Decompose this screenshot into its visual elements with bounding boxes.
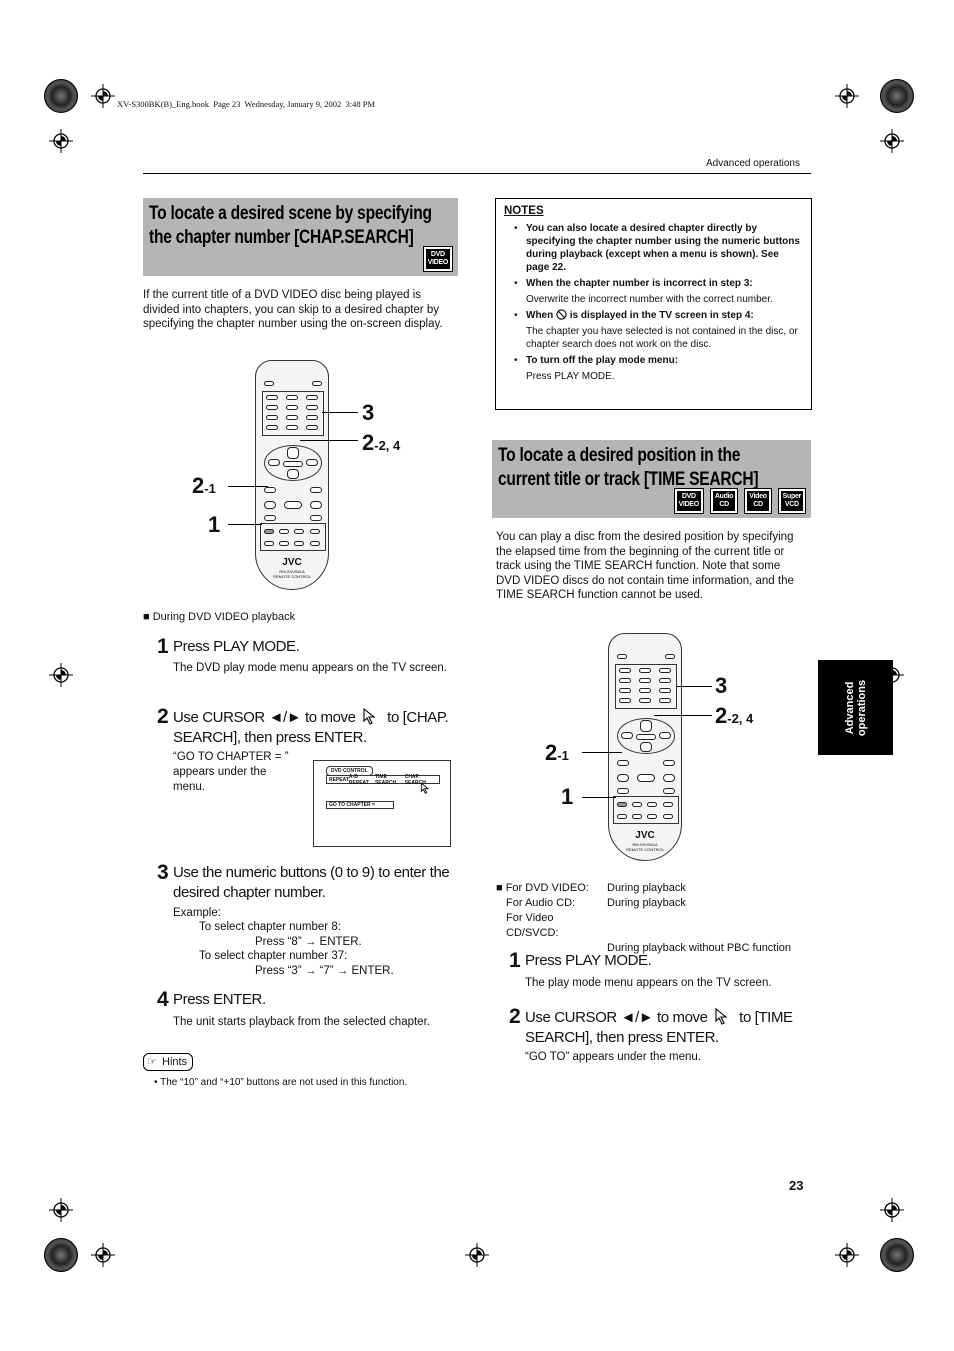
step-detail: The play mode menu appears on the TV scr…: [525, 977, 772, 989]
crosshair-icon: [49, 1198, 73, 1222]
crosshair-icon: [91, 84, 115, 108]
cursor-arrow-icon: [420, 782, 432, 794]
registration-disc-top-left: [44, 79, 78, 113]
callout-step-2-1: 2-1: [545, 740, 569, 765]
callout-leader: [228, 524, 262, 525]
hint-item: • The “10” and “+10” buttons are not use…: [154, 1077, 408, 1088]
callout-step-1: 1: [208, 512, 221, 537]
chap-search-intro: If the current title of a DVD VIDEO disc…: [143, 289, 443, 331]
note-item: You can also locate a desired chapter di…: [504, 222, 803, 274]
step-instruction: Press ENTER.: [173, 991, 266, 1008]
crosshair-icon: [49, 129, 73, 153]
example-line: Press “3” → “7” → ENTER.: [255, 965, 394, 977]
notes-box: NOTES You can also locate a desired chap…: [495, 198, 812, 410]
step-number: 4: [157, 988, 169, 1011]
step-detail: “GO TO” appears under the menu.: [525, 1051, 701, 1063]
crosshair-icon: [835, 1243, 859, 1267]
callout-leader: [582, 797, 616, 798]
step-number: 1: [157, 635, 169, 658]
crosshair-icon: [880, 129, 904, 153]
note-item: When is displayed in the TV screen in st…: [504, 309, 803, 351]
step-number: 3: [157, 861, 169, 884]
osd-goto-field: GO TO CHAPTER =: [326, 801, 394, 809]
step-instruction: Use CURSOR ◄/► to move to [TIME SEARCH],…: [525, 1007, 793, 1046]
osd-menu-item: A-B REPEAT: [348, 773, 369, 786]
remote-brand-logo: JVC: [635, 830, 655, 841]
step-detail: The DVD play mode menu appears on the TV…: [173, 662, 448, 674]
step-number: 2: [157, 705, 169, 728]
playback-condition: ■ For DVD VIDEO: During playback For Audi…: [496, 882, 792, 954]
running-head: Advanced operations: [706, 158, 800, 169]
playback-condition: ■ During DVD VIDEO playback: [143, 611, 296, 623]
audio-cd-badge: Audio CD: [709, 488, 739, 514]
dvd-video-badge: DVD VIDEO: [673, 488, 704, 514]
crosshair-icon: [91, 1243, 115, 1267]
callout-leader: [654, 715, 712, 716]
note-item: When the chapter number is incorrect in …: [504, 277, 803, 306]
note-item: To turn off the play mode menu:Press PLA…: [504, 354, 803, 383]
step-detail: The unit starts playback from the select…: [173, 1016, 430, 1028]
dvd-video-badge: DVD VIDEO: [422, 246, 454, 272]
step-instruction: Use CURSOR ◄/► to move to [CHAP. SEARCH]…: [173, 707, 449, 746]
registration-disc-top-right: [880, 79, 914, 113]
section-title-time-search: To locate a desired position in the curr…: [492, 440, 811, 518]
step-number: 1: [509, 949, 521, 972]
example-line: To select chapter number 8:: [199, 921, 341, 933]
callout-leader: [228, 486, 268, 487]
callout-step-2-2-4: 2-2, 4: [715, 703, 754, 728]
callout-leader: [300, 440, 358, 441]
time-search-intro: You can play a disc from the desired pos…: [496, 531, 794, 602]
side-tab-label: Advanced operations: [843, 679, 868, 736]
step-detail: “GO TO CHAPTER = ” appears under the men…: [173, 751, 289, 793]
callout-step-2-2-4: 2-2, 4: [362, 430, 401, 455]
prohibited-icon: [556, 309, 567, 320]
example-line: Press “8” → ENTER.: [255, 936, 362, 948]
step-instruction: Press PLAY MODE.: [173, 638, 300, 655]
step-instruction: Use the numeric buttons (0 to 9) to ente…: [173, 864, 450, 901]
osd-menu-item: TIME SEARCH: [374, 773, 397, 786]
example-label: Example:: [173, 907, 221, 919]
header-rule: [143, 173, 811, 174]
crosshair-icon: [835, 84, 859, 108]
step-instruction: Press PLAY MODE.: [525, 952, 652, 969]
cursor-arrow-icon: [362, 707, 380, 725]
notes-heading: NOTES: [504, 205, 544, 217]
crosshair-icon: [49, 663, 73, 687]
callout-leader: [582, 752, 622, 753]
callout-step-3: 3: [362, 400, 375, 425]
remote-control-illustration: JVC RM-SXVS61A REMOTE CONTROL: [255, 360, 329, 590]
section-title-chap-search: To locate a desired scene by specifying …: [143, 198, 458, 276]
on-screen-display-menu: DVD CONTROL REPEAT A-B REPEAT TIME SEARC…: [313, 760, 451, 847]
remote-brand-logo: JVC: [282, 557, 302, 568]
page-number: 23: [789, 1178, 804, 1193]
crosshair-icon: [465, 1243, 489, 1267]
print-header: XV-S300BK(B)_Eng.book Page 23 Wednesday,…: [117, 99, 376, 109]
example-line: To select chapter number 37:: [199, 950, 348, 962]
hints-box: ☞ Hints: [143, 1053, 194, 1071]
registration-disc-bottom-left: [44, 1238, 78, 1272]
side-tab: Advanced operations: [818, 660, 893, 755]
callout-leader: [676, 686, 712, 687]
callout-step-3: 3: [715, 673, 728, 698]
registration-disc-bottom-right: [880, 1238, 914, 1272]
hand-icon: ☞: [147, 1056, 157, 1068]
cursor-arrow-icon: [714, 1007, 732, 1025]
step-number: 2: [509, 1005, 521, 1028]
callout-step-2-1: 2-1: [192, 473, 216, 498]
osd-menu-item: REPEAT: [329, 776, 349, 783]
super-vcd-badge: Super VCD: [777, 488, 807, 514]
crosshair-icon: [880, 1198, 904, 1222]
callout-step-1: 1: [561, 784, 574, 809]
video-cd-badge: Video CD: [744, 488, 772, 514]
remote-control-illustration: JVC RM-SXVS61A REMOTE CONTROL: [608, 633, 682, 861]
callout-leader: [322, 412, 358, 413]
